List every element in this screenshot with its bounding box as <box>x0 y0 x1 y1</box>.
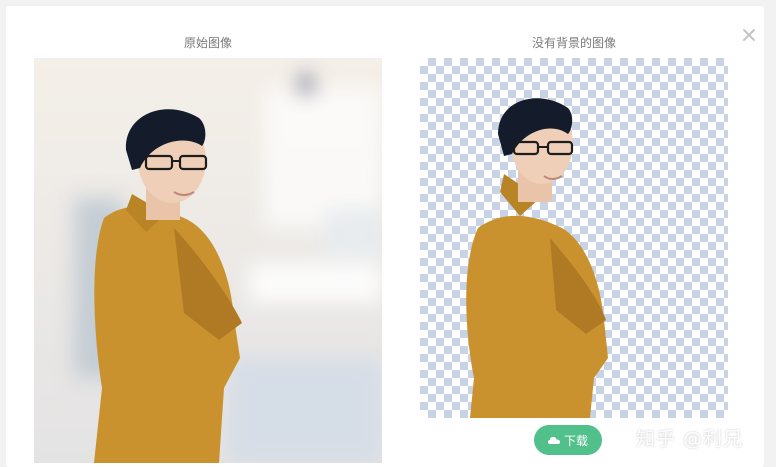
close-button[interactable] <box>738 24 760 46</box>
download-button[interactable]: 下载 <box>534 425 602 455</box>
watermark: 知乎 @利兄 <box>636 428 744 450</box>
person-cutout <box>466 98 608 418</box>
result-image <box>420 58 728 418</box>
original-image-caption: 原始图像 <box>183 36 232 50</box>
cloud-download-icon <box>547 436 560 444</box>
download-label: 下载 <box>563 433 588 448</box>
original-image <box>34 58 382 463</box>
result-image-caption: 没有背景的图像 <box>531 36 616 50</box>
close-icon <box>743 29 755 41</box>
dialog: 原始图像 没有背景的图像 下载 <box>6 6 764 467</box>
